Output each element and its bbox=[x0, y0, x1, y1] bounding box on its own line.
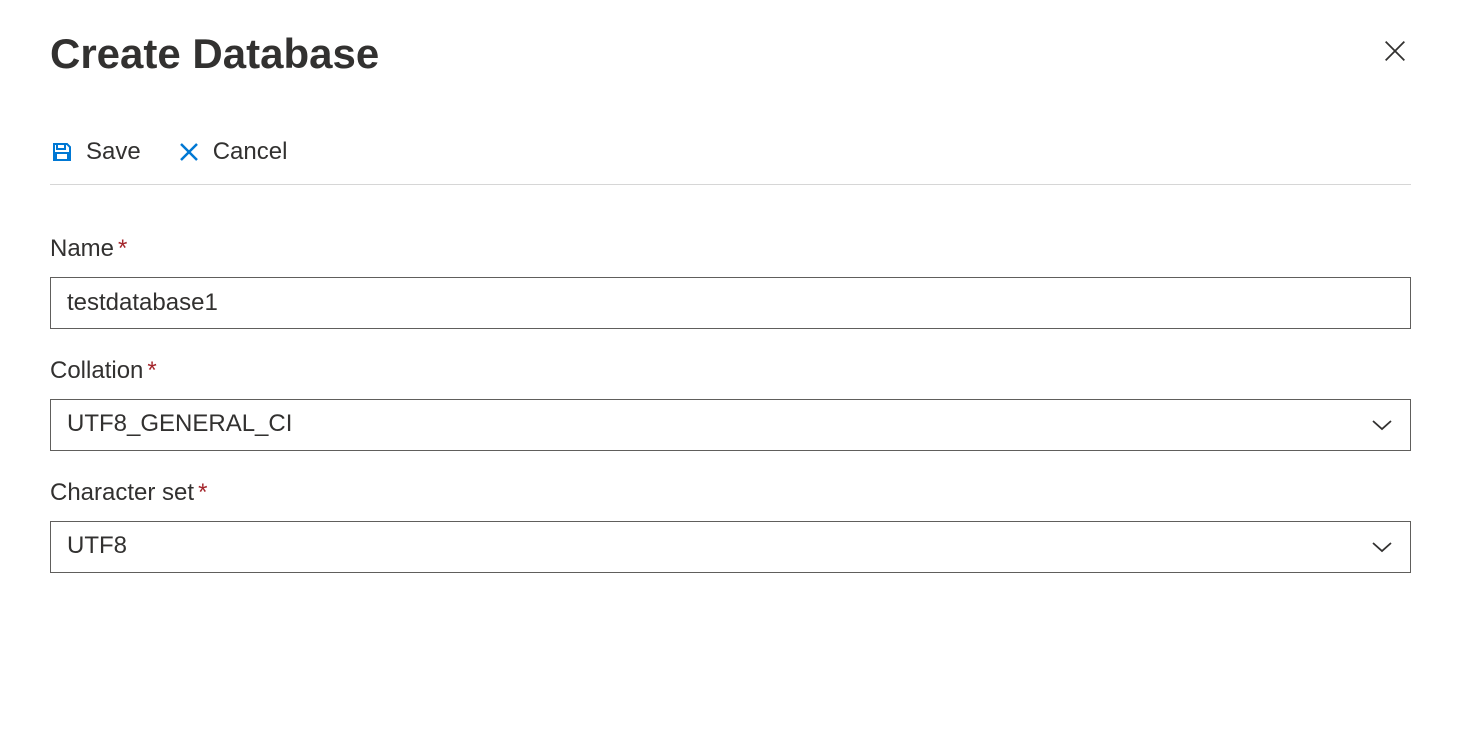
save-icon bbox=[50, 140, 74, 164]
cancel-button[interactable]: Cancel bbox=[177, 138, 288, 166]
panel-header: Create Database bbox=[50, 30, 1411, 78]
name-input[interactable] bbox=[50, 277, 1411, 329]
toolbar: Save Cancel bbox=[50, 138, 1411, 185]
charset-label-text: Character set bbox=[50, 479, 194, 506]
cancel-icon bbox=[177, 140, 201, 164]
collation-select-wrapper: UTF8_GENERAL_CI bbox=[50, 399, 1411, 451]
save-button-label: Save bbox=[86, 138, 141, 166]
required-indicator: * bbox=[147, 357, 156, 384]
name-label: Name* bbox=[50, 235, 1411, 263]
collation-select[interactable]: UTF8_GENERAL_CI bbox=[50, 399, 1411, 451]
name-label-text: Name bbox=[50, 235, 114, 262]
close-icon bbox=[1381, 37, 1409, 72]
page-title: Create Database bbox=[50, 30, 379, 78]
charset-select[interactable]: UTF8 bbox=[50, 521, 1411, 573]
required-indicator: * bbox=[118, 235, 127, 262]
close-button[interactable] bbox=[1379, 38, 1411, 70]
cancel-button-label: Cancel bbox=[213, 138, 288, 166]
collation-field-group: Collation* UTF8_GENERAL_CI bbox=[50, 357, 1411, 451]
collation-label: Collation* bbox=[50, 357, 1411, 385]
required-indicator: * bbox=[198, 479, 207, 506]
save-button[interactable]: Save bbox=[50, 138, 141, 166]
charset-select-wrapper: UTF8 bbox=[50, 521, 1411, 573]
collation-label-text: Collation bbox=[50, 357, 143, 384]
name-field-group: Name* bbox=[50, 235, 1411, 329]
charset-field-group: Character set* UTF8 bbox=[50, 479, 1411, 573]
charset-label: Character set* bbox=[50, 479, 1411, 507]
